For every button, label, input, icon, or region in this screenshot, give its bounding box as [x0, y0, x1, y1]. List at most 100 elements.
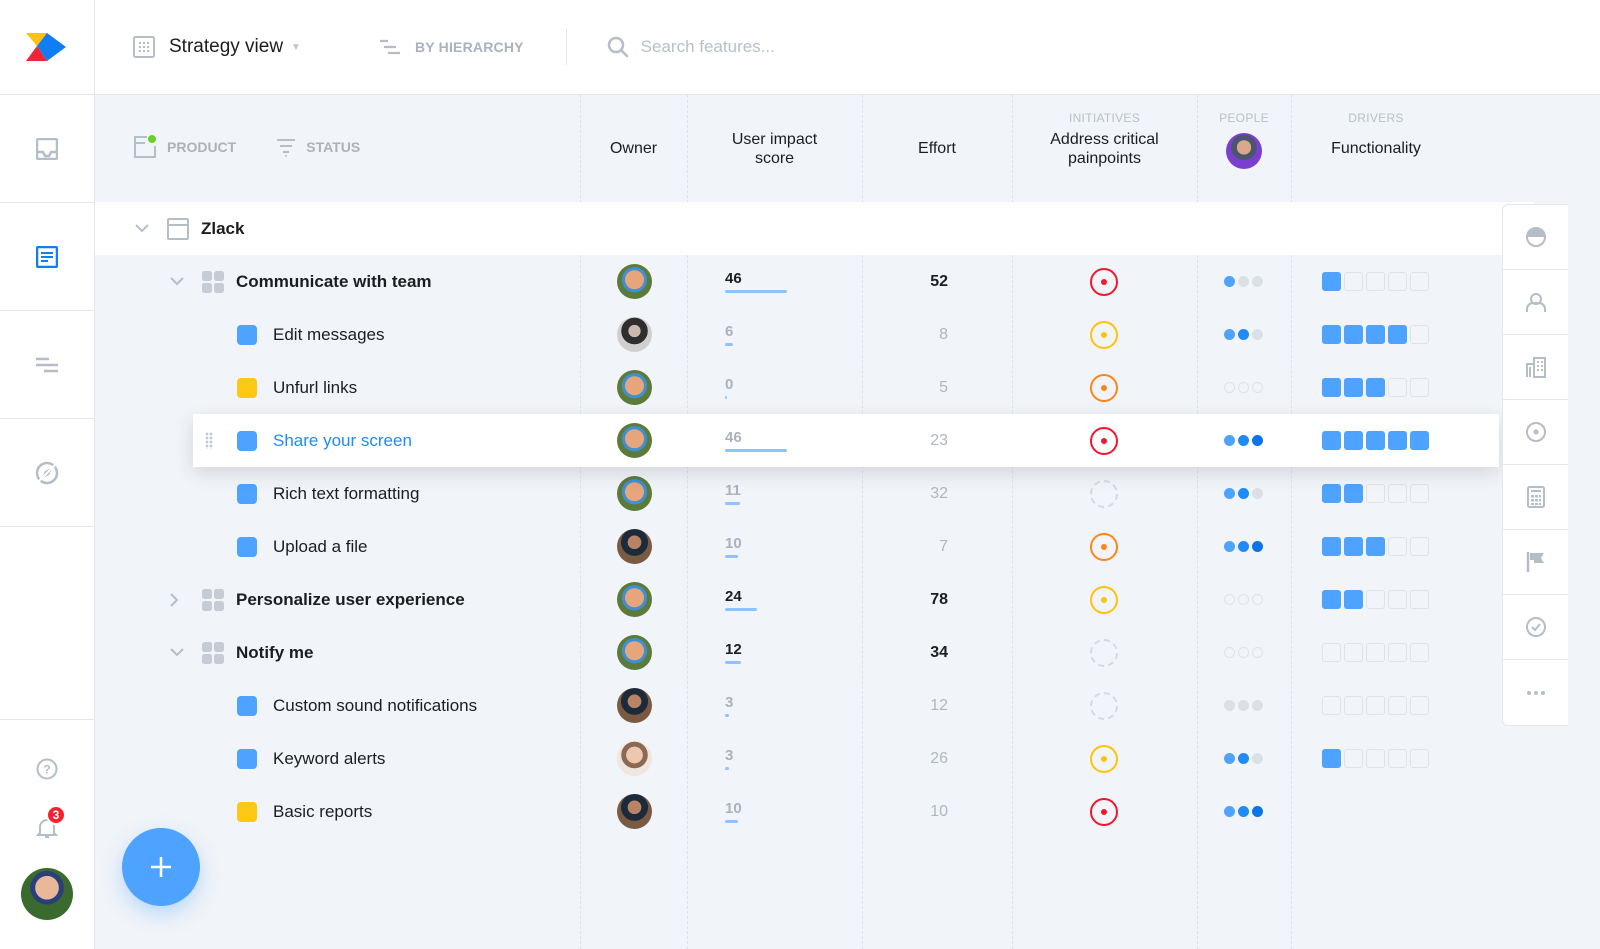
effort-value[interactable]: 12: [888, 679, 948, 732]
rail-pie-chart-button[interactable]: [1503, 205, 1568, 270]
rail-user-button[interactable]: [1503, 270, 1568, 335]
user-impact-score[interactable]: 12: [725, 641, 742, 664]
feature-name[interactable]: Rich text formatting: [273, 484, 419, 504]
owner-avatar[interactable]: [617, 317, 652, 352]
user-impact-score[interactable]: 11: [725, 482, 741, 505]
people-rating[interactable]: [1224, 679, 1266, 732]
rail-check-circle-button[interactable]: [1503, 595, 1568, 660]
driver-rating[interactable]: [1322, 467, 1432, 520]
user-impact-score[interactable]: 6: [725, 323, 733, 346]
initiative-target-icon[interactable]: [1090, 745, 1118, 773]
feature-row[interactable]: Upload a file 10 7: [95, 520, 1534, 573]
nav-roadmap[interactable]: [0, 311, 94, 419]
people-rating[interactable]: [1224, 732, 1266, 785]
feature-group-row[interactable]: Notify me 12 34: [95, 626, 1534, 679]
feature-name[interactable]: Upload a file: [273, 537, 368, 557]
feature-name[interactable]: Basic reports: [273, 802, 372, 822]
owner-avatar[interactable]: [617, 264, 652, 299]
people-rating[interactable]: [1224, 520, 1266, 573]
search-input[interactable]: [640, 37, 941, 57]
driver-rating[interactable]: [1322, 361, 1432, 414]
nav-insights[interactable]: [0, 419, 94, 527]
header-initiative[interactable]: INITIATIVES Address critical painpoints: [1012, 95, 1197, 202]
rail-target-button[interactable]: [1503, 400, 1568, 465]
feature-row[interactable]: Edit messages 6 8: [95, 308, 1534, 361]
logo[interactable]: [0, 0, 94, 95]
driver-rating[interactable]: [1322, 255, 1432, 308]
nav-features[interactable]: [0, 203, 94, 311]
effort-value[interactable]: 34: [888, 626, 948, 679]
driver-rating[interactable]: [1322, 573, 1432, 626]
people-rating[interactable]: [1224, 414, 1266, 467]
header-owner[interactable]: Owner: [580, 95, 687, 202]
people-rating[interactable]: [1224, 308, 1266, 361]
driver-rating[interactable]: [1322, 308, 1432, 361]
owner-avatar[interactable]: [617, 741, 652, 776]
header-user-impact[interactable]: User impact score: [687, 95, 862, 202]
feature-name[interactable]: Edit messages: [273, 325, 385, 345]
initiative-empty-icon[interactable]: [1090, 639, 1118, 667]
product-filter[interactable]: PRODUCT: [133, 135, 236, 159]
owner-avatar[interactable]: [617, 582, 652, 617]
initiative-target-icon[interactable]: [1090, 268, 1118, 296]
chevron-down-icon[interactable]: [170, 255, 184, 308]
nav-inbox[interactable]: [0, 95, 94, 203]
rail-calculator-button[interactable]: [1503, 465, 1568, 530]
user-impact-score[interactable]: 46: [725, 429, 787, 452]
owner-avatar[interactable]: [617, 476, 652, 511]
user-impact-score[interactable]: 10: [725, 535, 742, 558]
driver-rating[interactable]: [1322, 414, 1432, 467]
effort-value[interactable]: 32: [888, 467, 948, 520]
chevron-down-icon[interactable]: [170, 626, 184, 679]
feature-name[interactable]: Share your screen: [273, 431, 412, 451]
view-selector[interactable]: Strategy view ▼: [133, 36, 301, 58]
driver-rating[interactable]: [1322, 679, 1432, 732]
feature-name[interactable]: Keyword alerts: [273, 749, 385, 769]
effort-value[interactable]: 10: [888, 785, 948, 838]
help-button[interactable]: ?: [36, 758, 58, 785]
feature-name[interactable]: Unfurl links: [273, 378, 357, 398]
initiative-target-icon[interactable]: [1090, 374, 1118, 402]
driver-rating[interactable]: [1322, 520, 1432, 573]
feature-group-row[interactable]: Communicate with team 46 52: [95, 255, 1534, 308]
effort-value[interactable]: 26: [888, 732, 948, 785]
initiative-target-icon[interactable]: [1090, 427, 1118, 455]
effort-value[interactable]: 78: [888, 573, 948, 626]
user-impact-score[interactable]: 46: [725, 270, 787, 293]
feature-row[interactable]: Unfurl links 0 5: [95, 361, 1534, 414]
owner-avatar[interactable]: [617, 688, 652, 723]
owner-avatar[interactable]: [617, 794, 652, 829]
add-button[interactable]: [122, 828, 200, 906]
driver-rating[interactable]: [1322, 626, 1432, 679]
owner-avatar[interactable]: [617, 529, 652, 564]
header-driver[interactable]: DRIVERS Functionality: [1291, 95, 1461, 202]
feature-group-row[interactable]: Personalize user experience 24 78: [95, 573, 1534, 626]
people-rating[interactable]: [1224, 467, 1266, 520]
user-impact-score[interactable]: 10: [725, 800, 742, 823]
user-impact-score[interactable]: 3: [725, 694, 733, 717]
effort-value[interactable]: 5: [888, 361, 948, 414]
notifications-button[interactable]: 3: [35, 805, 66, 844]
people-rating[interactable]: [1224, 785, 1266, 838]
owner-avatar[interactable]: [617, 423, 652, 458]
owner-avatar[interactable]: [617, 370, 652, 405]
driver-rating[interactable]: [1322, 732, 1432, 785]
people-rating[interactable]: [1224, 255, 1266, 308]
initiative-empty-icon[interactable]: [1090, 692, 1118, 720]
user-impact-score[interactable]: 24: [725, 588, 758, 611]
chevron-down-icon[interactable]: [135, 202, 149, 255]
feature-row[interactable]: Keyword alerts 3 26: [95, 732, 1534, 785]
effort-value[interactable]: 7: [888, 520, 948, 573]
initiative-target-icon[interactable]: [1090, 321, 1118, 349]
status-filter[interactable]: STATUS: [276, 137, 360, 157]
feature-name[interactable]: Custom sound notifications: [273, 696, 477, 716]
rail-flag-button[interactable]: [1503, 530, 1568, 595]
people-rating[interactable]: [1224, 361, 1266, 414]
effort-value[interactable]: 23: [888, 414, 948, 467]
user-impact-score[interactable]: 0: [725, 376, 733, 399]
user-impact-score[interactable]: 3: [725, 747, 733, 770]
feature-row[interactable]: Rich text formatting 11 32: [95, 467, 1534, 520]
rail-more-button[interactable]: [1503, 660, 1568, 725]
effort-value[interactable]: 52: [888, 255, 948, 308]
initiative-empty-icon[interactable]: [1090, 480, 1118, 508]
